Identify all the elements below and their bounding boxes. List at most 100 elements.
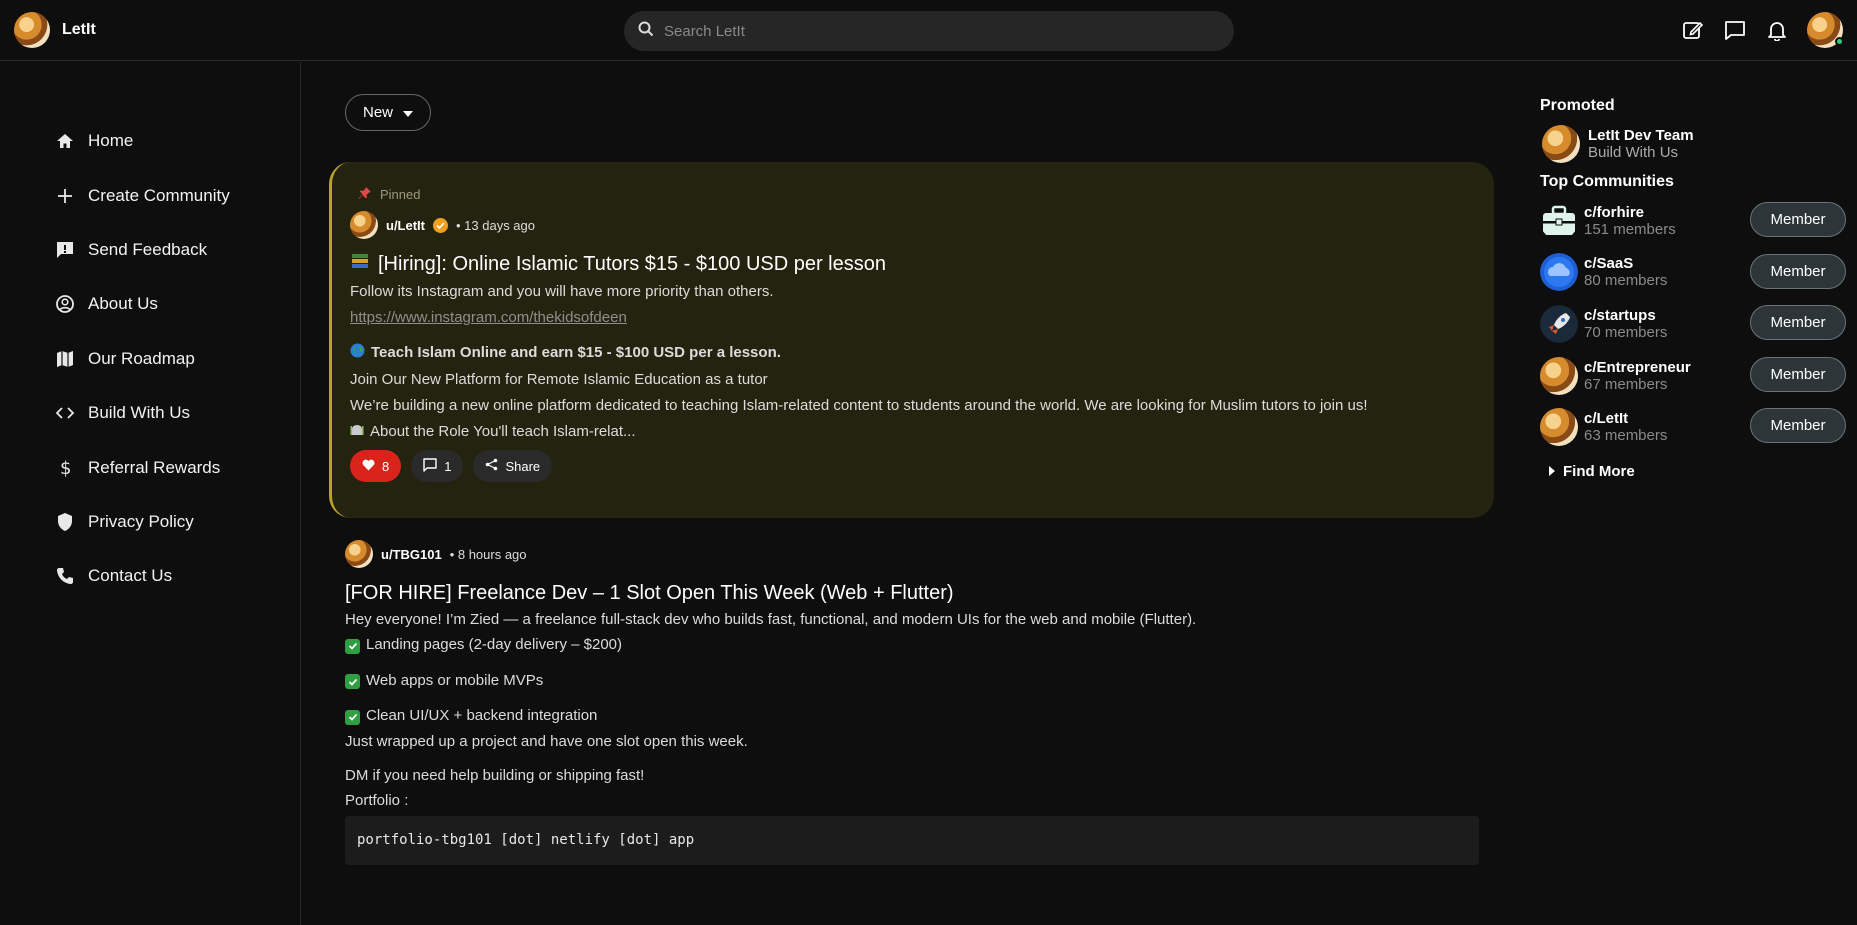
- top-communities-title: Top Communities: [1540, 173, 1674, 190]
- community-name: c/forhire: [1584, 203, 1645, 221]
- pinned-post[interactable]: Pinned u/LetIt • 13 days ago [Hiring]: O…: [329, 162, 1494, 518]
- post-body-line: We’re building a new online platform ded…: [350, 397, 1368, 414]
- community-item-letit[interactable]: c/LetIt 63 members Member: [1540, 401, 1850, 453]
- checkmark-icon: [345, 709, 360, 725]
- comment-count: 1: [444, 458, 452, 474]
- main-feed: New Pinned u/LetIt • 13 days ago [Hiring…: [302, 62, 1500, 925]
- promoted-title: Promoted: [1540, 97, 1615, 114]
- top-bar: LetIt: [0, 0, 1857, 61]
- sidebar-item-referral-rewards[interactable]: $ Referral Rewards: [54, 440, 230, 494]
- post-body-line: DM if you need help building or shipping…: [345, 766, 645, 784]
- shield-icon: [54, 511, 76, 533]
- post-time: • 8 hours ago: [449, 546, 527, 562]
- post-author-row: u/TBG101 • 8 hours ago: [345, 540, 1485, 568]
- sidebar-item-label: Create Community: [88, 185, 230, 205]
- community-name: c/startups: [1584, 306, 1656, 324]
- community-item-forhire[interactable]: c/forhire 151 members Member: [1540, 195, 1850, 247]
- sidebar-item-label: Home: [88, 131, 134, 151]
- sidebar-item-privacy-policy[interactable]: Privacy Policy: [54, 495, 230, 549]
- author-avatar[interactable]: [350, 211, 378, 239]
- post-link[interactable]: https://www.instagram.com/thekidsofdeen: [350, 309, 1476, 326]
- community-item-startups[interactable]: c/startups 70 members Member: [1540, 298, 1850, 350]
- promoted-avatar: [1542, 125, 1580, 163]
- member-button[interactable]: Member: [1750, 202, 1846, 237]
- caret-right-icon: [1549, 463, 1555, 480]
- like-count: 8: [382, 458, 390, 474]
- globe-icon: [350, 343, 365, 362]
- find-more-link[interactable]: Find More: [1549, 463, 1850, 480]
- chat-icon[interactable]: [1723, 18, 1747, 42]
- comment-icon: [423, 457, 437, 475]
- logo-avatar: [14, 12, 50, 48]
- member-button[interactable]: Member: [1750, 305, 1846, 341]
- bell-icon[interactable]: [1765, 18, 1789, 42]
- sidebar-item-home[interactable]: Home: [54, 114, 230, 168]
- plus-icon: [54, 185, 76, 207]
- search-bar[interactable]: [624, 11, 1234, 51]
- post-actions: 8 1 Share: [350, 450, 1476, 482]
- sidebar-item-about-us[interactable]: About Us: [54, 277, 230, 331]
- post-title[interactable]: [Hiring]: Online Islamic Tutors $15 - $1…: [350, 251, 1476, 277]
- user-avatar[interactable]: [1807, 12, 1844, 48]
- user-circle-icon: [54, 293, 76, 315]
- sidebar-item-build-with-us[interactable]: Build With Us: [54, 386, 230, 440]
- comment-button[interactable]: 1: [411, 450, 464, 482]
- sidebar-item-our-roadmap[interactable]: Our Roadmap: [54, 332, 230, 386]
- community-item-entrepreneur[interactable]: c/Entrepreneur 67 members Member: [1540, 350, 1850, 402]
- checkmark-icon: [345, 674, 360, 689]
- verified-badge-icon: [433, 217, 448, 233]
- post-bold-line: Teach Islam Online and earn $15 - $100 U…: [350, 343, 1476, 362]
- post-body-line: Join Our New Platform for Remote Islamic…: [350, 371, 768, 388]
- sort-dropdown[interactable]: New: [345, 94, 431, 131]
- post[interactable]: u/TBG101 • 8 hours ago [FOR HIRE] Freela…: [345, 540, 1485, 865]
- share-button[interactable]: Share: [473, 450, 553, 482]
- author-name[interactable]: u/LetIt: [386, 218, 425, 233]
- community-members: 67 members: [1584, 375, 1668, 393]
- member-button[interactable]: Member: [1750, 253, 1846, 289]
- community-members: 151 members: [1584, 220, 1676, 238]
- member-button[interactable]: Member: [1750, 356, 1846, 392]
- community-members: 70 members: [1584, 323, 1668, 341]
- community-avatar: [1540, 408, 1578, 447]
- sidebar-item-label: Our Roadmap: [88, 348, 195, 368]
- home-icon: [54, 130, 76, 152]
- promoted-item[interactable]: LetIt Dev Team Build With Us: [1542, 125, 1850, 163]
- sidebar-item-label: Privacy Policy: [88, 511, 194, 531]
- member-button[interactable]: Member: [1750, 408, 1846, 444]
- sidebar-item-label: Build With Us: [88, 403, 191, 423]
- community-item-saas[interactable]: c/SaaS 80 members Member: [1540, 247, 1850, 299]
- phone-icon: [54, 565, 76, 587]
- community-name: c/SaaS: [1584, 255, 1634, 273]
- author-name[interactable]: u/TBG101: [381, 547, 442, 562]
- community-name: c/Entrepreneur: [1584, 358, 1691, 376]
- community-members: 80 members: [1584, 272, 1668, 290]
- post-title[interactable]: [FOR HIRE] Freelance Dev – 1 Slot Open T…: [345, 582, 1485, 605]
- right-sidebar: Promoted LetIt Dev Team Build With Us To…: [1540, 62, 1850, 925]
- edit-icon[interactable]: [1681, 18, 1705, 42]
- like-button[interactable]: 8: [350, 450, 402, 482]
- sidebar-item-create-community[interactable]: Create Community: [54, 168, 230, 222]
- saas-cloud-icon: [1540, 253, 1578, 292]
- community-avatar: [1540, 356, 1578, 395]
- search-input[interactable]: [664, 22, 1204, 40]
- post-author-row: u/LetIt • 13 days ago: [350, 211, 1476, 239]
- top-actions: [1681, 12, 1844, 48]
- post-body-line: Follow its Instagram and you will have m…: [350, 283, 774, 300]
- app-logo[interactable]: LetIt: [14, 12, 96, 48]
- pinned-label: Pinned: [358, 186, 1476, 203]
- community-list: c/forhire 151 members Member c/SaaS 80 m…: [1540, 195, 1850, 453]
- sidebar-item-send-feedback[interactable]: Send Feedback: [54, 223, 230, 277]
- rocket-icon: [1540, 304, 1578, 343]
- share-icon: [485, 458, 498, 474]
- check-item: Clean UI/UX + backend integration: [345, 707, 1485, 725]
- code-block: portfolio-tbg101 [dot] netlify [dot] app: [345, 815, 1479, 865]
- app-name: LetIt: [62, 21, 96, 38]
- check-item: Web apps or mobile MVPs: [345, 672, 1485, 689]
- checkmark-icon: [345, 638, 360, 654]
- sidebar-item-contact-us[interactable]: Contact Us: [54, 549, 230, 603]
- heart-icon: [362, 459, 375, 474]
- author-avatar[interactable]: [345, 540, 373, 568]
- code-icon: [54, 402, 76, 424]
- left-sidebar: Home Create Community Send Feedback Abou…: [0, 62, 301, 925]
- community-name: c/LetIt: [1584, 410, 1629, 428]
